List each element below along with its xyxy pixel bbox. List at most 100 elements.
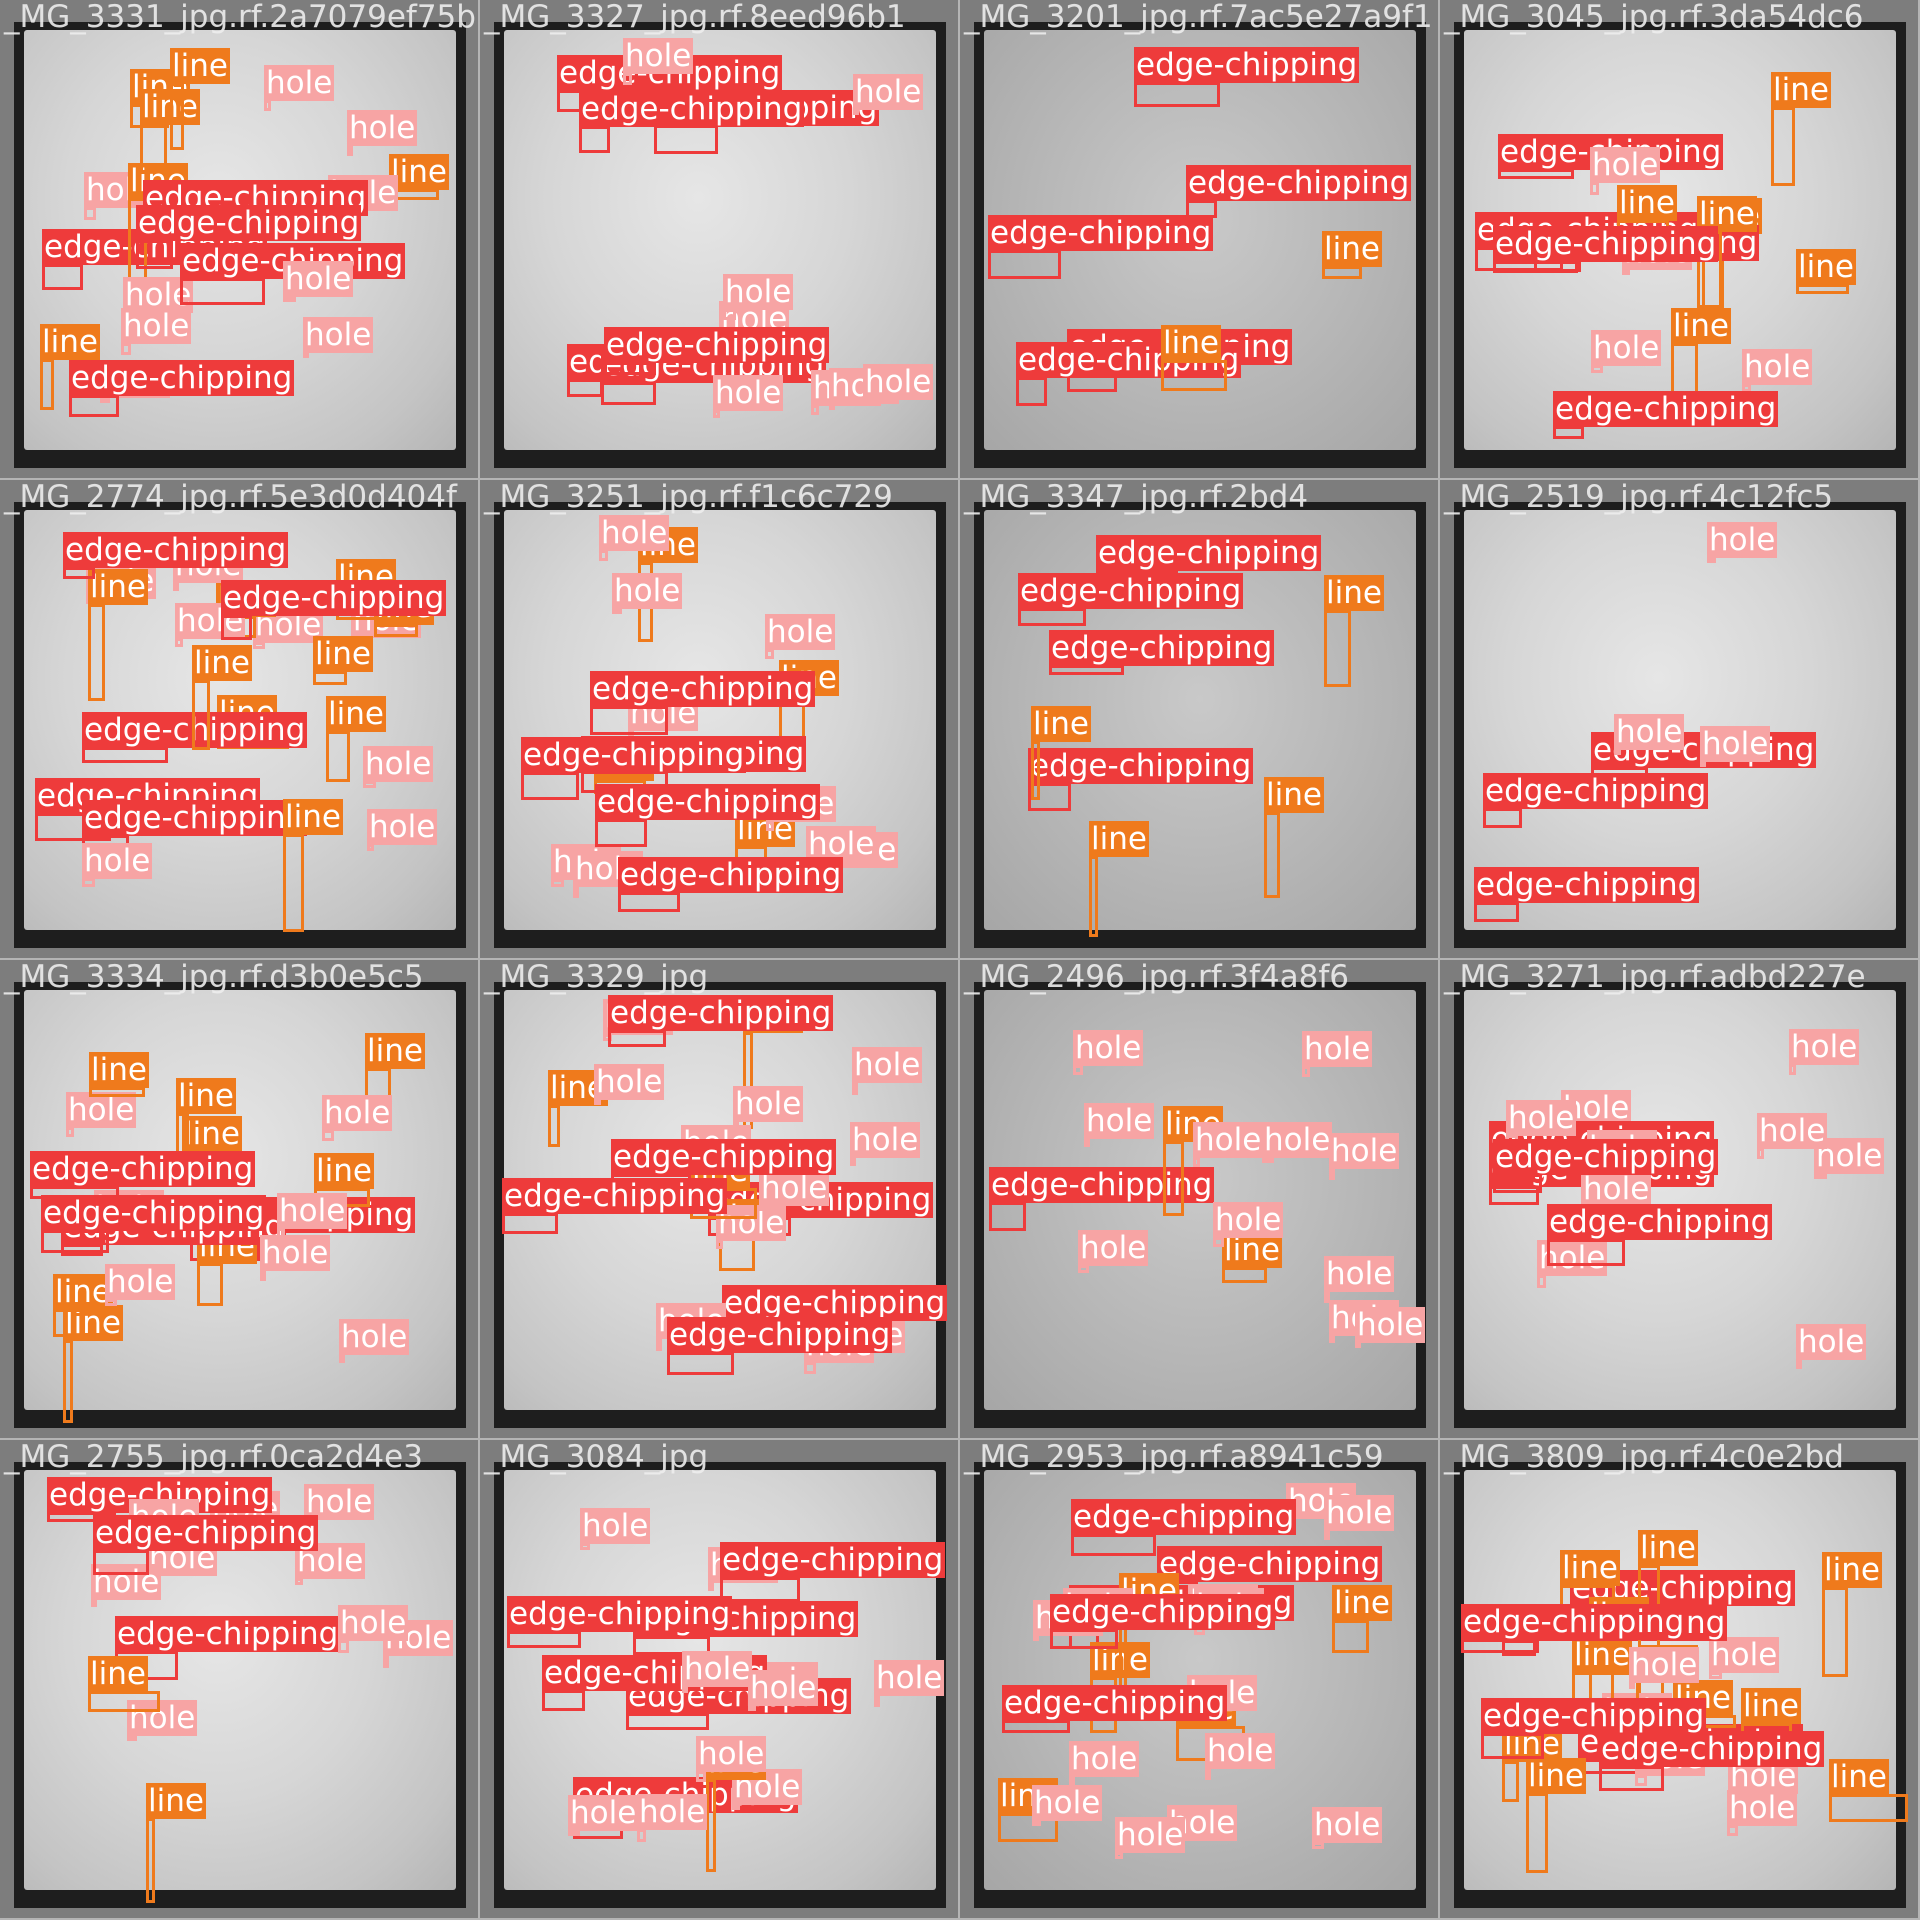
- hole-box: hole: [347, 110, 418, 156]
- hole-box: hole: [1355, 1307, 1426, 1348]
- hole-box: hole: [1262, 1122, 1333, 1163]
- tile-filename: _MG_2755_jpg.rf.0ca2d4e3: [4, 1440, 423, 1475]
- hole-box: hole: [1193, 1122, 1264, 1167]
- edge-chipping-box: edge-chipping: [989, 1167, 1215, 1231]
- detection-label: line: [313, 636, 373, 672]
- detection-label: hole: [1506, 1100, 1577, 1136]
- detection-label: hole: [1796, 1324, 1867, 1360]
- detection-label: edge-chipping: [618, 857, 844, 893]
- edge-chipping-box: edge-chipping: [1599, 1731, 1825, 1791]
- edge-chipping-box: edge-chipping: [618, 857, 844, 912]
- line-box: line: [1502, 1726, 1562, 1802]
- hole-box: hole: [765, 614, 836, 659]
- image-tile: _MG_3347_jpg.rf.2bd4 edge-chipping edge-ch…: [960, 480, 1440, 960]
- edge-chipping-box: edge-chipping: [30, 1151, 256, 1199]
- hole-box: hole: [1727, 1790, 1798, 1836]
- tile-filename: _MG_3347_jpg.rf.2bd4: [964, 480, 1309, 515]
- hole-box: hole: [1078, 1230, 1149, 1273]
- detection-label: hole: [1069, 1741, 1140, 1777]
- detection-label: edge-chipping: [502, 1178, 728, 1214]
- detection-label: hole: [1193, 1122, 1264, 1158]
- detection-label: line: [1617, 185, 1677, 221]
- edge-chipping-box: edge-chipping: [654, 90, 880, 154]
- line-box: line: [1322, 231, 1382, 279]
- edge-chipping-box: edge-chipping: [1050, 1594, 1276, 1649]
- hole-box: hole: [811, 370, 882, 415]
- detection-label: hole: [339, 1319, 410, 1355]
- image-tile: _MG_2496_jpg.rf.3f4a8f6 edge-chipping hole…: [960, 960, 1440, 1440]
- hole-box: hole: [105, 1264, 176, 1306]
- edge-chipping-box: edge-chipping: [567, 344, 793, 397]
- detection-label: hole: [1032, 1785, 1103, 1821]
- edge-chipping-box: edge-chipping: [626, 1678, 852, 1730]
- tile-filename: _MG_3331_jpg.rf.2a7079ef75b: [4, 0, 476, 35]
- detection-label: line: [326, 696, 386, 732]
- image-tile: _MG_3271_jpg.rf.adbd227eedge-chippinghol…: [1440, 960, 1920, 1440]
- detection-label: edge-chipping: [41, 1195, 267, 1231]
- detection-label: line: [88, 569, 148, 605]
- hole-box: hole: [91, 1564, 162, 1607]
- hole-box: hole: [656, 1303, 727, 1351]
- edge-chipping-box: edge-chipping: [988, 215, 1214, 279]
- detection-label: line: [53, 1274, 113, 1310]
- detection-label: edge-chipping: [1134, 47, 1360, 83]
- edge-chipping-box: edge-chipping: [1498, 134, 1724, 179]
- hole-box: hole: [253, 607, 324, 649]
- line-box: line: [1829, 1759, 1908, 1822]
- hole-box: hole: [363, 746, 434, 788]
- hole-box: hole: [716, 1205, 787, 1249]
- detection-label: edge-chipping: [1599, 1731, 1825, 1767]
- detection-label: hole: [1302, 1031, 1373, 1067]
- hole-box: hole: [696, 1736, 767, 1782]
- hole-box: hole: [863, 364, 934, 405]
- edge-chipping-box: edge-chipping: [221, 580, 447, 640]
- detection-label: hole: [105, 1264, 176, 1300]
- detection-label: hole: [682, 1651, 753, 1687]
- tile-filename: _MG_3084_jpg: [484, 1440, 709, 1475]
- detection-label: line: [170, 48, 230, 84]
- detection-label: line: [1822, 1552, 1882, 1588]
- detection-label: hole: [277, 1193, 348, 1229]
- detection-label: hole: [723, 274, 794, 310]
- hole-box: hole: [850, 1122, 921, 1166]
- hole-box: hole: [551, 844, 622, 887]
- detection-label: edge-chipping: [136, 205, 362, 241]
- hole-box: hole: [759, 1170, 830, 1211]
- hole-box: hole: [580, 1508, 651, 1550]
- detection-label: line: [146, 1783, 206, 1819]
- detection-label: hole: [121, 308, 192, 344]
- edge-chipping-box: edge-chipping: [1493, 226, 1719, 273]
- edge-chipping-box: edge-chipping: [1016, 342, 1242, 406]
- detection-label: line: [1332, 1585, 1392, 1621]
- detection-label: line: [1089, 821, 1149, 857]
- hole-box: hole: [852, 1047, 923, 1095]
- line-box: line: [1031, 706, 1091, 800]
- hole-box: hole: [1796, 1324, 1867, 1369]
- detection-label: edge-chipping: [720, 1542, 946, 1578]
- hole-box: hole: [1033, 1600, 1104, 1641]
- hole-box: hole: [1084, 1103, 1155, 1147]
- hole-box: hole: [1789, 1029, 1860, 1075]
- image-tile: _MG_3327_jpg.rf.8eed96b1edge-chippingedg…: [480, 0, 960, 480]
- detection-label: line: [89, 1052, 149, 1088]
- detection-label: line: [365, 1033, 425, 1069]
- hole-box: hole: [175, 603, 246, 647]
- detection-label: hole: [1757, 1113, 1828, 1149]
- detection-label: edge-chipping: [93, 1515, 319, 1551]
- image-tile: _MG_2774_jpg.rf.5e3d0d404f edge-chipping e…: [0, 480, 480, 960]
- detection-label: line: [1031, 706, 1091, 742]
- detection-label: line: [1324, 575, 1384, 611]
- detection-label: hole: [367, 809, 438, 845]
- hole-box: hole: [127, 1700, 198, 1741]
- detection-label: hole: [874, 1660, 945, 1696]
- edge-chipping-box: edge-chipping: [1134, 47, 1360, 107]
- detection-label: line: [1638, 1530, 1698, 1566]
- line-box: line: [1089, 821, 1149, 937]
- detection-label: edge-chipping: [1002, 1685, 1228, 1721]
- hole-box: hole: [339, 1319, 410, 1363]
- line-box: line: [53, 1274, 113, 1337]
- detection-label: hole: [637, 1794, 708, 1830]
- detection-label: line: [1161, 325, 1221, 361]
- detection-label: hole: [1329, 1133, 1400, 1169]
- line-box: line: [1161, 325, 1227, 391]
